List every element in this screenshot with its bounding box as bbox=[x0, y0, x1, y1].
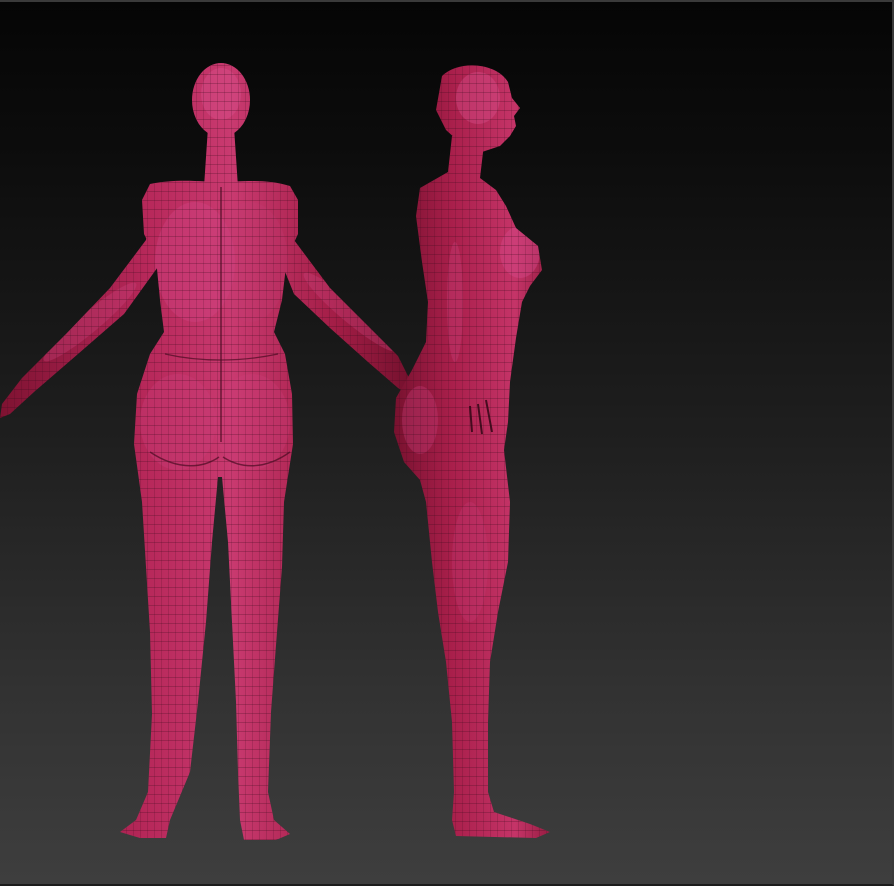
3d-viewport[interactable] bbox=[0, 0, 894, 886]
side-view-figure[interactable] bbox=[380, 57, 560, 847]
viewport-canvas[interactable] bbox=[0, 2, 892, 886]
back-view-figure[interactable] bbox=[0, 57, 420, 847]
